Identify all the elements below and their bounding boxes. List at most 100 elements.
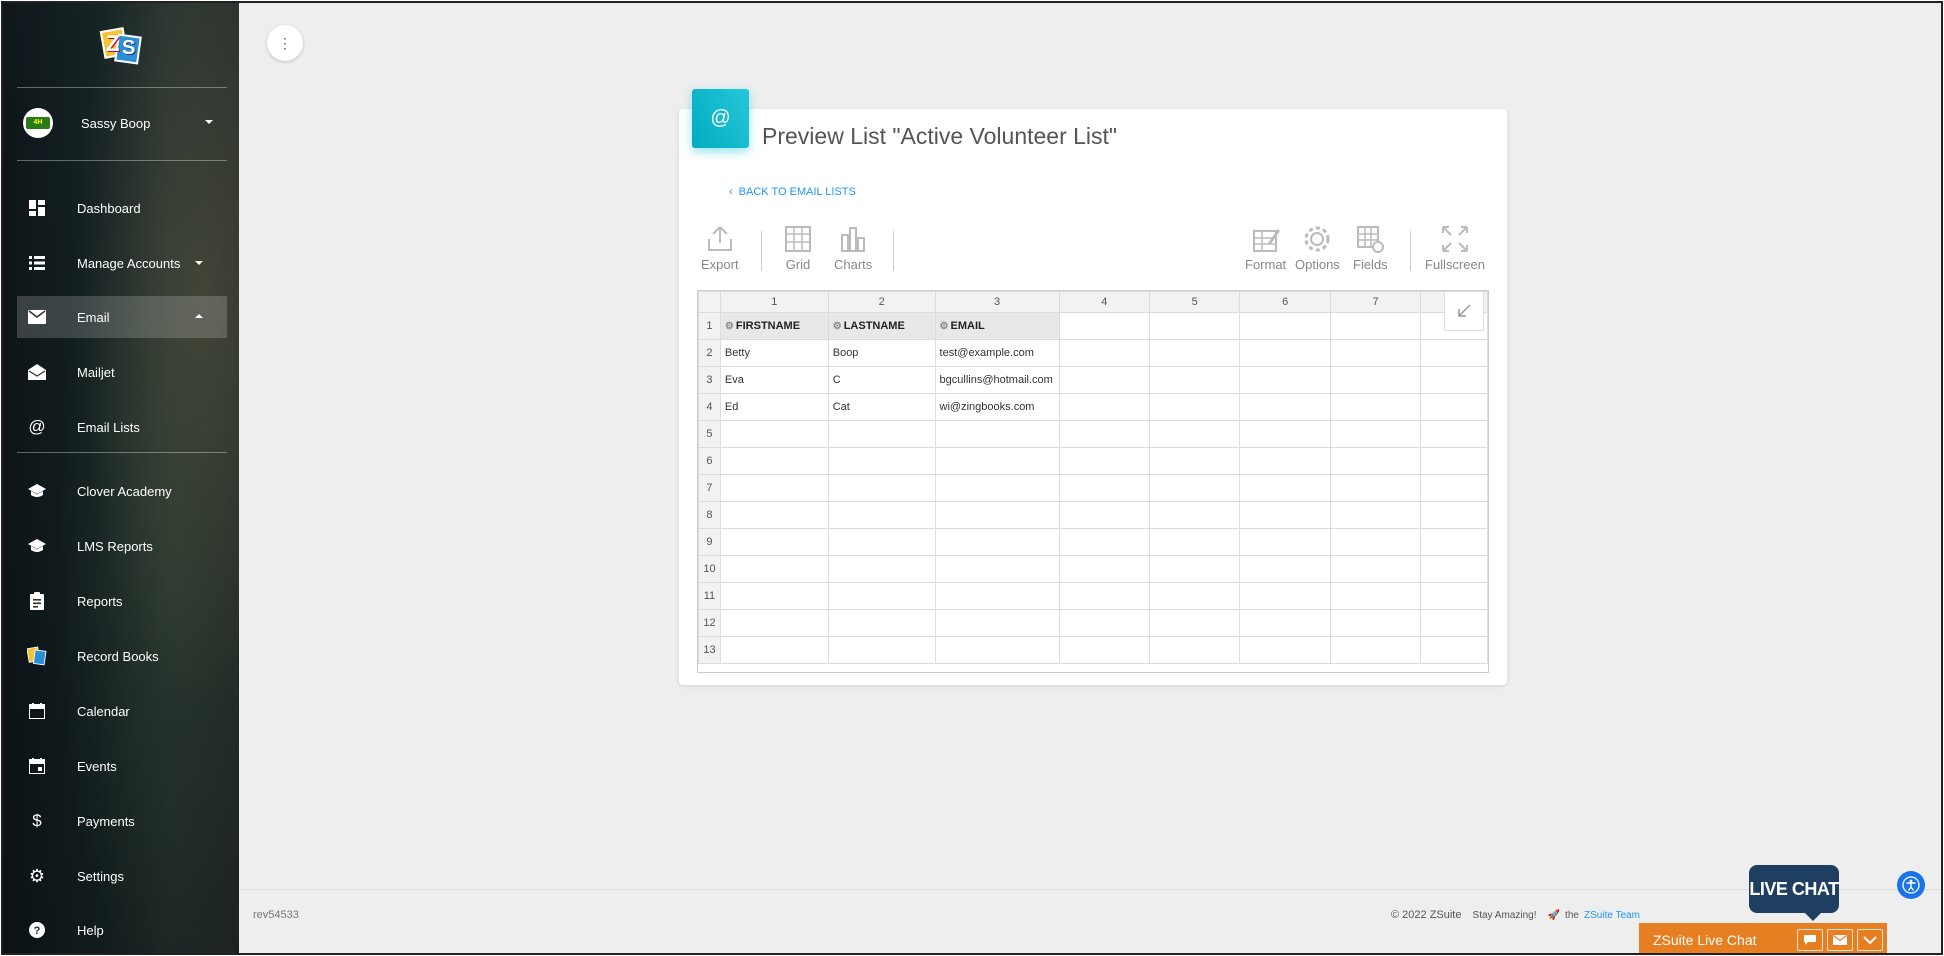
options-button[interactable]: Options	[1295, 223, 1340, 272]
column-number[interactable]: 5	[1148, 291, 1241, 313]
sidebar-item-payments[interactable]: $ Payments	[17, 800, 227, 842]
grid-cell[interactable]	[1148, 339, 1241, 367]
sidebar-item-email-lists[interactable]: @ Email Lists	[17, 406, 227, 448]
data-grid[interactable]: 1 2 3 4 5 6 7 8 1 ⚙FIRSTNA	[697, 290, 1489, 673]
live-chat-bar[interactable]: ZSuite Live Chat	[1639, 923, 1887, 953]
grid-cell[interactable]	[1329, 339, 1422, 367]
mail-icon	[27, 307, 47, 327]
row-number[interactable]: 12	[698, 609, 721, 637]
column-number[interactable]: 6	[1239, 291, 1331, 313]
charts-button[interactable]: Charts	[834, 223, 872, 272]
grid-cell[interactable]	[1239, 393, 1331, 421]
grid-cell[interactable]	[1329, 312, 1422, 340]
export-icon	[707, 226, 732, 251]
column-number[interactable]: 2	[827, 291, 936, 313]
sidebar-item-reports[interactable]: Reports	[17, 580, 227, 622]
grid-cell[interactable]: wi@zingbooks.com	[934, 393, 1060, 421]
sidebar-item-manage-accounts[interactable]: Manage Accounts	[17, 242, 227, 284]
grid-cell[interactable]: Boop	[827, 339, 936, 367]
toolbar-divider	[761, 231, 762, 271]
chat-button[interactable]	[1797, 929, 1823, 951]
sidebar-item-events[interactable]: Events	[17, 745, 227, 787]
grid-cell[interactable]	[1420, 366, 1488, 394]
field-header[interactable]: ⚙ FIRSTNAME	[719, 312, 829, 340]
sidebar-item-lms-reports[interactable]: LMS Reports	[17, 525, 227, 567]
sidebar-item-dashboard[interactable]: Dashboard	[17, 187, 227, 229]
row-number[interactable]: 3	[698, 366, 721, 394]
grid-cell[interactable]	[1148, 312, 1241, 340]
minimize-button[interactable]	[1857, 929, 1883, 951]
row-number[interactable]: 11	[698, 582, 721, 610]
grid-cell[interactable]	[1239, 312, 1331, 340]
row-number[interactable]: 7	[698, 474, 721, 502]
grid-cell[interactable]	[1420, 339, 1488, 367]
fields-button[interactable]: Fields	[1353, 223, 1388, 272]
zsuite-logo[interactable]: ZS	[99, 25, 142, 69]
export-button[interactable]: Export	[701, 223, 739, 272]
grid-cell[interactable]: Ed	[719, 393, 829, 421]
gear-icon	[1304, 226, 1330, 252]
row-number[interactable]: 2	[698, 339, 721, 367]
email-button[interactable]	[1827, 929, 1853, 951]
sidebar-item-settings[interactable]: ⚙ Settings	[17, 855, 227, 897]
row-number[interactable]: 9	[698, 528, 721, 556]
grid-cell[interactable]	[1329, 366, 1422, 394]
sidebar-item-help[interactable]: ? Help	[17, 909, 227, 951]
charts-label: Charts	[834, 257, 873, 272]
grid-cell[interactable]	[1148, 393, 1241, 421]
row-number[interactable]: 5	[698, 420, 721, 448]
grid-cell[interactable]	[1058, 393, 1150, 421]
fullscreen-button[interactable]: Fullscreen	[1425, 223, 1485, 272]
row-number[interactable]: 13	[698, 636, 721, 664]
field-header[interactable]: ⚙ LASTNAME	[827, 312, 936, 340]
grid-button[interactable]: Grid	[782, 223, 814, 272]
row-number[interactable]: 1	[698, 312, 721, 340]
column-number[interactable]: 3	[934, 291, 1060, 313]
gear-icon[interactable]: ⚙	[725, 321, 734, 332]
row-number[interactable]: 6	[698, 447, 721, 475]
table-row: 1 ⚙ FIRSTNAME ⚙ LASTNAME ⚙ EMAIL	[698, 312, 1488, 340]
grid-cell[interactable]	[1420, 393, 1488, 421]
grid-cell[interactable]: Betty	[719, 339, 829, 367]
column-number[interactable]: 4	[1058, 291, 1150, 313]
gear-icon[interactable]: ⚙	[940, 321, 949, 332]
sidebar-item-clover-academy[interactable]: Clover Academy	[17, 470, 227, 512]
grid-cell[interactable]: Eva	[719, 366, 829, 394]
grid-cell[interactable]	[1058, 339, 1150, 367]
row-number[interactable]: 10	[698, 555, 721, 583]
user-menu[interactable]: 4H Sassy Boop	[23, 107, 213, 139]
column-number[interactable]: 7	[1329, 291, 1422, 313]
column-number[interactable]: 1	[719, 291, 829, 313]
grid-cell[interactable]	[1329, 393, 1422, 421]
collapse-toolbar-button[interactable]	[1444, 291, 1484, 331]
sidebar-item-calendar[interactable]: Calendar	[17, 690, 227, 732]
grid-cell[interactable]: Cat	[827, 393, 936, 421]
grid-cell[interactable]	[1239, 366, 1331, 394]
back-to-email-lists-link[interactable]: ‹ BACK TO EMAIL LISTS	[729, 186, 856, 198]
grid-cell[interactable]	[1148, 366, 1241, 394]
sidebar-item-label: Dashboard	[77, 200, 141, 216]
more-menu-button[interactable]: ⋮	[267, 25, 303, 61]
row-number[interactable]: 8	[698, 501, 721, 529]
accessibility-button[interactable]	[1897, 871, 1925, 899]
grid-cell[interactable]	[1239, 339, 1331, 367]
grid-cell[interactable]: bgcullins@hotmail.com	[934, 366, 1060, 394]
format-button[interactable]: Format	[1245, 223, 1286, 272]
row-number[interactable]: 4	[698, 393, 721, 421]
export-label: Export	[701, 257, 739, 272]
grid-cell[interactable]	[1058, 312, 1150, 340]
grid-cell[interactable]: C	[827, 366, 936, 394]
live-chat-bubble[interactable]: LIVE CHAT	[1749, 865, 1839, 921]
field-header[interactable]: ⚙ EMAIL	[934, 312, 1060, 340]
sidebar-item-mailjet[interactable]: Mailjet	[17, 351, 227, 393]
grid-cell[interactable]	[1058, 366, 1150, 394]
zsuite-team-link[interactable]: ZSuite Team	[1584, 910, 1640, 921]
grid-cell[interactable]: test@example.com	[934, 339, 1060, 367]
main-content: ⋮ @ Preview List "Active Volunteer List"…	[239, 3, 1941, 953]
sidebar-item-email[interactable]: Email	[17, 296, 227, 338]
sidebar-item-record-books[interactable]: Record Books	[17, 635, 227, 677]
at-icon: @	[692, 89, 749, 148]
table-row: 10	[698, 555, 1488, 583]
accessibility-icon	[1902, 876, 1920, 894]
gear-icon[interactable]: ⚙	[833, 321, 842, 332]
